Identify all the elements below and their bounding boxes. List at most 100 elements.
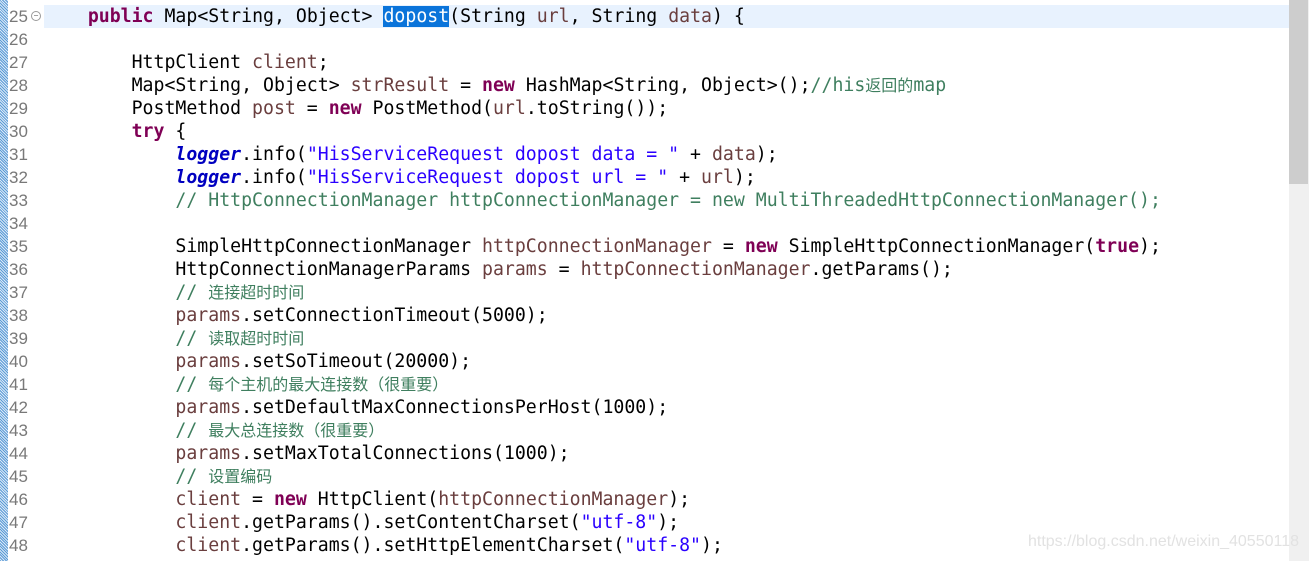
code-line[interactable]: 42 params.setDefaultMaxConnectionsPerHos… xyxy=(0,396,1289,419)
variable: params xyxy=(175,443,242,464)
code-line[interactable]: 39 // 读取超时时间 xyxy=(0,327,1289,350)
code-text: HttpClient( xyxy=(306,489,439,510)
code-text: ); xyxy=(701,535,723,556)
fold-collapse-icon[interactable]: − xyxy=(31,11,41,21)
variable: params xyxy=(175,397,242,418)
selected-text: dopost xyxy=(383,6,450,27)
variable: client xyxy=(175,489,242,510)
code-content[interactable]: logger.info("HisServiceRequest dopost ur… xyxy=(44,166,1289,189)
line-number: 25 xyxy=(9,7,28,26)
code-content[interactable]: public Map<String, Object> dopost(String… xyxy=(44,5,1289,28)
code-line[interactable]: 47 client.getParams().setContentCharset(… xyxy=(0,511,1289,534)
scrollbar-thumb[interactable] xyxy=(1289,0,1308,184)
code-line[interactable]: 43 // 最大总连接数（很重要） xyxy=(0,419,1289,442)
code-text: Map<String, Object> xyxy=(44,75,351,96)
code-line[interactable]: 31 logger.info("HisServiceRequest dopost… xyxy=(0,143,1289,166)
code-line[interactable]: 28 Map<String, Object> strResult = new H… xyxy=(0,74,1289,97)
code-content[interactable]: SimpleHttpConnectionManager httpConnecti… xyxy=(44,235,1289,258)
code-text: ) { xyxy=(712,6,745,27)
watermark: https://blog.csdn.net/weixin_40550118 xyxy=(1027,533,1299,550)
code-line[interactable]: 26 xyxy=(0,28,1289,51)
code-line[interactable]: 37 // 连接超时时间 xyxy=(0,281,1289,304)
code-line[interactable]: 44 params.setMaxTotalConnections(1000); xyxy=(0,442,1289,465)
comment: map xyxy=(913,75,947,96)
code-text: .getParams().setContentCharset( xyxy=(241,512,581,533)
code-line[interactable]: 33 // HttpConnectionManager httpConnecti… xyxy=(0,189,1289,212)
code-content[interactable]: params.setMaxTotalConnections(1000); xyxy=(44,442,1289,465)
code-line[interactable]: 35 SimpleHttpConnectionManager httpConne… xyxy=(0,235,1289,258)
line-number: 33 xyxy=(9,191,28,210)
keyword: new xyxy=(744,236,778,257)
comment: 最大总连接数（很重要） xyxy=(208,421,385,440)
comment: 连接超时时间 xyxy=(208,283,305,302)
code-text: .setSoTimeout(20000); xyxy=(241,351,472,372)
variable: post xyxy=(252,98,296,119)
code-content[interactable]: client = new HttpClient(httpConnectionMa… xyxy=(44,488,1289,511)
code-content[interactable]: // 最大总连接数（很重要） xyxy=(44,419,1289,442)
code-line[interactable]: 27 HttpClient client; xyxy=(0,51,1289,74)
variable: strResult xyxy=(350,75,450,96)
line-number: 42 xyxy=(9,398,28,417)
code-content[interactable]: HttpConnectionManagerParams params = htt… xyxy=(44,258,1289,281)
vertical-scrollbar[interactable] xyxy=(1289,0,1309,561)
code-line[interactable]: 40 params.setSoTimeout(20000); xyxy=(0,350,1289,373)
code-line[interactable]: 32 logger.info("HisServiceRequest dopost… xyxy=(0,166,1289,189)
code-content[interactable]: try { xyxy=(44,120,1289,143)
code-content[interactable]: client.getParams().setContentCharset("ut… xyxy=(44,511,1289,534)
code-line[interactable]: 29 PostMethod post = new PostMethod(url.… xyxy=(0,97,1289,120)
code-line[interactable]: 25− public Map<String, Object> dopost(St… xyxy=(0,5,1289,28)
string-literal: "HisServiceRequest dopost data = " xyxy=(306,144,680,165)
code-text: = xyxy=(295,98,329,119)
variable: client xyxy=(252,52,318,73)
code-content[interactable]: PostMethod post = new PostMethod(url.toS… xyxy=(44,97,1289,120)
code-text: PostMethod( xyxy=(361,98,493,119)
line-number: 45 xyxy=(9,467,28,486)
code-line[interactable]: 36 HttpConnectionManagerParams params = … xyxy=(0,258,1289,281)
static-field: logger xyxy=(175,144,242,165)
code-line[interactable]: 45 // 设置编码 xyxy=(0,465,1289,488)
code-text: .setDefaultMaxConnectionsPerHost(1000); xyxy=(241,397,669,418)
code-content[interactable]: // 设置编码 xyxy=(44,465,1289,488)
line-number: 32 xyxy=(9,168,28,187)
code-content[interactable]: params.setConnectionTimeout(5000); xyxy=(44,304,1289,327)
line-number: 29 xyxy=(9,99,28,118)
code-content[interactable] xyxy=(44,28,1289,51)
code-content[interactable]: // 连接超时时间 xyxy=(44,281,1289,304)
variable: data xyxy=(711,144,756,165)
code-content[interactable]: // 读取超时时间 xyxy=(44,327,1289,350)
code-text: { xyxy=(164,121,187,142)
code-line[interactable]: 46 client = new HttpClient(httpConnectio… xyxy=(0,488,1289,511)
code-content[interactable]: // 每个主机的最大连接数（很重要） xyxy=(44,373,1289,396)
string-literal: "utf-8" xyxy=(624,535,702,556)
code-text: PostMethod xyxy=(44,98,253,119)
code-text: .info( xyxy=(241,144,307,165)
code-content[interactable]: HttpClient client; xyxy=(44,51,1289,74)
code-line[interactable]: 41 // 每个主机的最大连接数（很重要） xyxy=(0,373,1289,396)
code-text: HttpConnectionManagerParams xyxy=(44,259,482,280)
line-number: 34 xyxy=(9,214,28,233)
code-line[interactable]: 30 try { xyxy=(0,120,1289,143)
code-content[interactable]: params.setDefaultMaxConnectionsPerHost(1… xyxy=(44,396,1289,419)
code-content[interactable]: // HttpConnectionManager httpConnectionM… xyxy=(44,189,1289,212)
code-content[interactable] xyxy=(44,212,1289,235)
code-line[interactable]: 34 xyxy=(0,212,1289,235)
code-content[interactable]: Map<String, Object> strResult = new Hash… xyxy=(44,74,1289,97)
variable: params xyxy=(482,259,548,280)
variable: data xyxy=(668,6,713,27)
code-content[interactable]: params.setSoTimeout(20000); xyxy=(44,350,1289,373)
code-line[interactable]: 38 params.setConnectionTimeout(5000); xyxy=(0,304,1289,327)
code-content[interactable]: logger.info("HisServiceRequest dopost da… xyxy=(44,143,1289,166)
line-number: 44 xyxy=(9,444,28,463)
comment: // xyxy=(175,374,209,395)
code-text: ); xyxy=(1139,236,1161,257)
